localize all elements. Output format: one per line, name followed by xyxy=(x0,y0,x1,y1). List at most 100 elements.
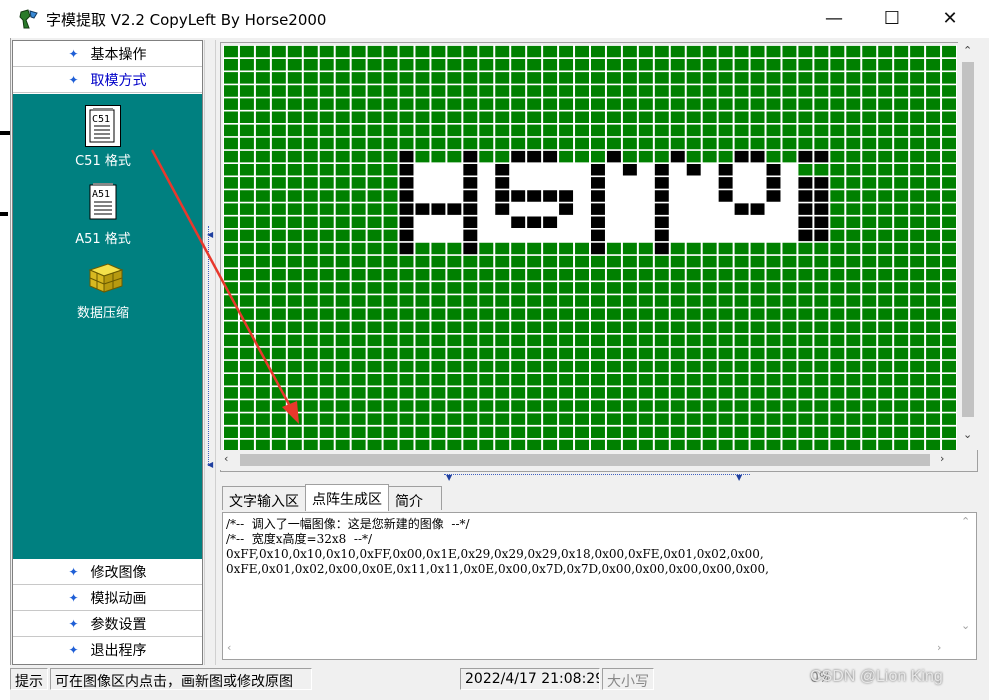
pixel-on xyxy=(717,176,734,190)
pixel-on xyxy=(813,228,830,242)
sidebar: ✦ 基本操作 ✦ 取模方式 C51 C51 格式 A51 A51 格式 数据压缩… xyxy=(12,40,203,665)
pixel-on xyxy=(494,163,511,177)
pixel-on xyxy=(446,202,463,216)
diamond-icon: ✦ xyxy=(68,46,79,61)
pixel-on xyxy=(590,176,606,190)
pixel-on xyxy=(653,163,670,177)
pixel-on xyxy=(462,189,479,203)
canvas-vertical-scrollbar[interactable]: ⌃ ⌄ xyxy=(958,42,978,450)
pixel-on xyxy=(605,150,622,164)
pixel-on xyxy=(813,202,830,216)
pixel-on xyxy=(717,189,734,203)
tool-label: A51 格式 xyxy=(75,232,131,247)
pixel-on xyxy=(733,150,750,164)
svg-text:A51: A51 xyxy=(92,189,110,200)
tab-label: 文字输入区 xyxy=(229,494,299,510)
status-hint-text: 可在图像区内点击，画新图或修改原图 xyxy=(50,668,312,690)
sidebar-item-exit[interactable]: ✦ 退出程序 xyxy=(13,637,202,663)
svg-text:C51: C51 xyxy=(92,114,110,125)
pixel-on xyxy=(494,189,511,203)
pixel-on xyxy=(462,176,479,190)
scroll-up-icon[interactable]: ⌃ xyxy=(963,44,972,57)
pixel-on xyxy=(526,150,543,164)
scroll-thumb[interactable] xyxy=(240,454,930,466)
pixel-on xyxy=(653,215,670,229)
dot-matrix-area xyxy=(220,42,978,472)
a51-document-icon: A51 xyxy=(86,182,120,222)
scroll-down-icon[interactable]: ⌄ xyxy=(963,428,972,441)
pixel-on xyxy=(558,189,575,203)
collapse-left-icon[interactable]: ◀ xyxy=(207,460,213,469)
sidebar-item-basic-ops[interactable]: ✦ 基本操作 xyxy=(13,41,202,67)
scroll-left-icon[interactable]: ‹ xyxy=(224,452,228,465)
sidebar-item-label: 退出程序 xyxy=(90,643,147,659)
sidebar-item-settings[interactable]: ✦ 参数设置 xyxy=(13,611,202,637)
pixel-on xyxy=(526,189,543,203)
pixel-on xyxy=(590,241,606,256)
pixel-on xyxy=(510,215,527,229)
watermark: CSDN @Lion King xyxy=(810,668,943,685)
pixel-on xyxy=(621,163,638,177)
pixel-on xyxy=(542,215,559,229)
pixel-on xyxy=(813,150,830,164)
scroll-thumb[interactable] xyxy=(962,62,974,417)
output-vertical-scrollbar[interactable]: ⌃ ⌄ xyxy=(958,515,974,655)
scroll-down-icon[interactable]: ⌄ xyxy=(961,619,970,632)
collapse-down-icon[interactable]: ▼ xyxy=(736,473,742,482)
pixel-on xyxy=(462,202,479,216)
pixel-on xyxy=(765,176,782,190)
pixel-on xyxy=(494,176,511,190)
tool-c51-format[interactable]: C51 C51 格式 xyxy=(53,105,153,169)
pixel-on xyxy=(653,189,670,203)
vertical-splitter[interactable]: ◀ ◀ xyxy=(204,40,216,665)
sidebar-item-edit-image[interactable]: ✦ 修改图像 xyxy=(13,559,202,585)
pixel-on xyxy=(797,228,814,242)
minimize-button[interactable]: — xyxy=(805,0,863,36)
diamond-icon: ✦ xyxy=(68,616,79,631)
scroll-right-icon[interactable]: › xyxy=(937,641,941,654)
pixel-on xyxy=(494,202,511,216)
splitter-grip xyxy=(208,226,214,466)
tab-text-input[interactable]: 文字输入区 xyxy=(222,486,306,510)
tab-dot-output[interactable]: 点阵生成区 xyxy=(305,484,389,511)
pixel-on xyxy=(398,189,415,203)
horizontal-splitter[interactable]: ▼ ▼ xyxy=(444,473,750,484)
title-bar: 字模提取 V2.2 CopyLeft By Horse2000 — ☐ ✕ xyxy=(0,0,989,38)
sidebar-item-label: 模拟动画 xyxy=(90,590,147,607)
pixel-on xyxy=(526,215,543,229)
sidebar-item-mode[interactable]: ✦ 取模方式 xyxy=(13,67,202,93)
pixel-on xyxy=(749,202,766,216)
dot-matrix-canvas[interactable] xyxy=(223,45,957,452)
tool-a51-format[interactable]: A51 A51 格式 xyxy=(53,182,153,247)
scroll-right-icon[interactable]: › xyxy=(940,452,944,465)
c51-document-icon: C51 xyxy=(85,105,121,147)
close-button[interactable]: ✕ xyxy=(921,0,979,36)
tab-label: 点阵生成区 xyxy=(312,492,382,508)
collapse-down-icon[interactable]: ▼ xyxy=(446,473,452,482)
pixel-on xyxy=(765,189,782,203)
pixel-on xyxy=(590,163,606,177)
pixel-on xyxy=(669,150,686,164)
sidebar-item-animation[interactable]: ✦ 模拟动画 xyxy=(13,585,202,611)
dot-output-textarea[interactable]: /*-- 调入了一幅图像：这是您新建的图像 --*/ /*-- 宽度x高度=32… xyxy=(222,512,977,660)
output-line: /*-- 宽度x高度=32x8 --*/ xyxy=(226,532,373,546)
pixel-on xyxy=(590,215,606,229)
maximize-button[interactable]: ☐ xyxy=(863,0,921,36)
scroll-up-icon[interactable]: ⌃ xyxy=(961,515,970,528)
pixel-on xyxy=(653,228,670,242)
canvas-horizontal-scrollbar[interactable]: ‹ › xyxy=(220,450,958,470)
pixel-on xyxy=(590,202,606,216)
status-datetime: 2022/4/17 21:08:29 xyxy=(460,668,600,690)
tool-data-compress[interactable]: 数据压缩 xyxy=(53,258,153,321)
minimize-icon: — xyxy=(825,7,843,29)
background-window-edge xyxy=(0,212,8,216)
output-line: /*-- 调入了一幅图像：这是您新建的图像 --*/ xyxy=(226,517,470,531)
scroll-left-icon[interactable]: ‹ xyxy=(227,641,231,654)
pixel-on xyxy=(797,202,814,216)
pixel-on xyxy=(398,202,415,216)
close-icon: ✕ xyxy=(942,7,958,29)
tab-about[interactable]: 简介 xyxy=(388,486,442,510)
pixel-on xyxy=(797,150,814,164)
output-line: 0xFE,0x01,0x02,0x00,0x0E,0x11,0x11,0x0E,… xyxy=(226,562,769,576)
pixel-on xyxy=(797,176,814,190)
